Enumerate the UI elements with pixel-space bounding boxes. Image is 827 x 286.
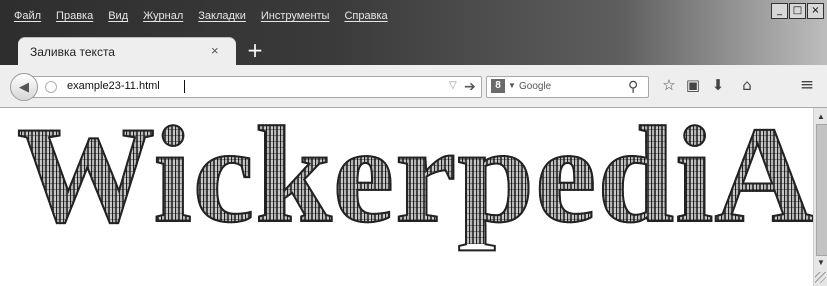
- maximize-button[interactable]: □: [789, 3, 806, 19]
- menu-tools[interactable]: Инструменты: [261, 7, 330, 25]
- browser-window: Файл Правка Вид Журнал Закладки Инструме…: [0, 0, 827, 286]
- menu-help[interactable]: Справка: [344, 7, 387, 25]
- menu-edit[interactable]: Правка: [56, 7, 93, 25]
- minimize-button[interactable]: _: [771, 3, 788, 19]
- wickerpedia-wordmark: WickerpediA: [16, 108, 813, 245]
- home-icon[interactable]: ⌂: [738, 75, 756, 95]
- tab-close-icon[interactable]: ×: [211, 43, 219, 58]
- text-caret: [184, 80, 185, 93]
- scroll-down-icon[interactable]: ▼: [816, 258, 826, 268]
- title-bar: Файл Правка Вид Журнал Закладки Инструме…: [0, 0, 827, 38]
- resize-grip-icon[interactable]: [815, 272, 826, 283]
- url-input[interactable]: example23-11.html: [67, 80, 160, 92]
- window-controls: _ □ ×: [770, 3, 824, 19]
- chevron-down-icon[interactable]: ▼: [508, 81, 516, 90]
- close-window-button[interactable]: ×: [807, 3, 824, 19]
- new-tab-button[interactable]: +: [246, 40, 264, 60]
- hamburger-icon[interactable]: ≡: [798, 75, 816, 95]
- menu-view[interactable]: Вид: [108, 7, 128, 25]
- clipboard-icon[interactable]: ▣: [684, 75, 702, 95]
- navigation-toolbar: example23-11.html ▽ ➔ ◀ 8 ▼ Google ⚲ ☆ ▣…: [0, 65, 827, 108]
- scroll-up-icon[interactable]: ▲: [816, 112, 826, 122]
- search-icon[interactable]: ⚲: [628, 78, 638, 95]
- url-dropdown-icon[interactable]: ▽: [449, 80, 457, 91]
- menu-bookmarks[interactable]: Закладки: [198, 7, 246, 25]
- back-button[interactable]: ◀: [10, 73, 38, 101]
- url-bar[interactable]: example23-11.html ▽ ➔: [28, 76, 482, 98]
- go-arrow-icon[interactable]: ➔: [464, 78, 476, 95]
- page-content: WickerpediA: [0, 108, 813, 286]
- scroll-thumb[interactable]: [816, 124, 827, 256]
- tab-title: Заливка текста: [30, 45, 115, 59]
- tab-active[interactable]: Заливка текста ×: [18, 38, 236, 65]
- search-input[interactable]: Google: [519, 81, 551, 92]
- search-engine-icon[interactable]: 8: [491, 79, 505, 93]
- globe-icon: [45, 81, 57, 93]
- back-arrow-icon: ◀: [19, 79, 29, 94]
- download-icon[interactable]: ⬇: [709, 75, 727, 95]
- menu-history[interactable]: Журнал: [143, 7, 183, 25]
- star-icon[interactable]: ☆: [660, 75, 678, 95]
- vertical-scrollbar[interactable]: ▲ ▼: [813, 108, 827, 286]
- menu-file[interactable]: Файл: [14, 7, 41, 25]
- search-bar[interactable]: 8 ▼ Google ⚲: [486, 76, 649, 98]
- menu-bar: Файл Правка Вид Журнал Закладки Инструме…: [14, 7, 403, 25]
